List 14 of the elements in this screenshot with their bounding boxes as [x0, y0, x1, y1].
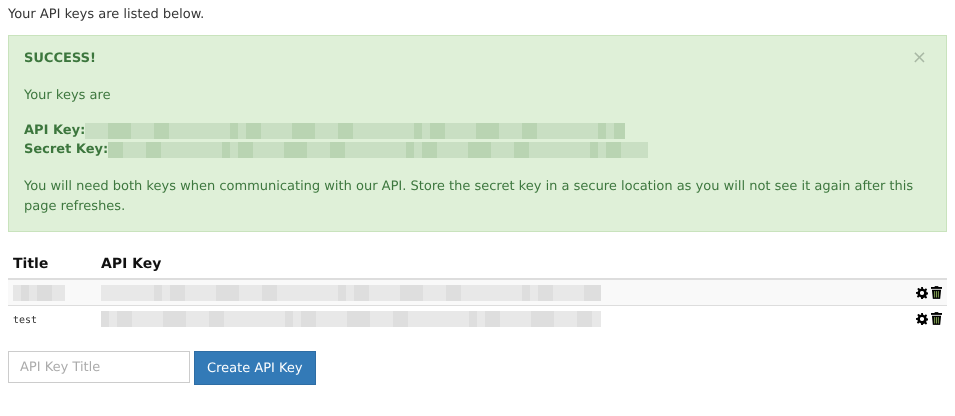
- key-label: Secret Key:: [24, 142, 108, 157]
- settings-icon[interactable]: [916, 286, 928, 299]
- redacted-text: [13, 285, 65, 301]
- alert-text: Your keys are: [24, 88, 112, 103]
- trash-icon[interactable]: [931, 312, 942, 326]
- settings-icon[interactable]: [916, 312, 928, 325]
- table-cell: test: [13, 314, 38, 326]
- key-label: API Key:: [24, 123, 86, 138]
- alert-heading: SUCCESS!: [24, 50, 96, 66]
- trash-icon[interactable]: [931, 286, 942, 300]
- alert-text: You will need both keys when communicating with our API. Store the secret key in a secure location as you will not see it again after this page refreshes.: [24, 178, 914, 216]
- create-button[interactable]: Create API Key: [194, 351, 316, 385]
- title-input[interactable]: API Key Title: [8, 351, 190, 383]
- intro-text: Your API keys are listed below.: [8, 8, 206, 22]
